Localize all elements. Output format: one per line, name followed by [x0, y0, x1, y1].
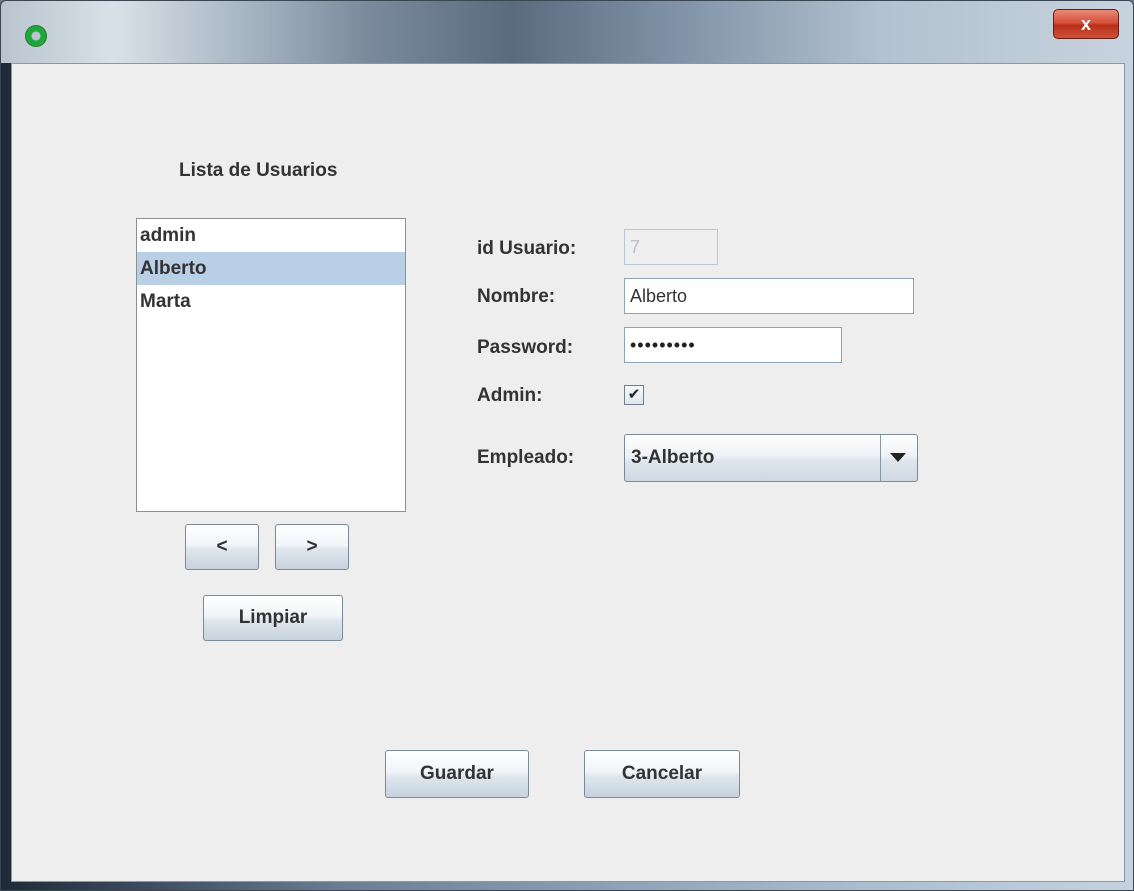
name-field[interactable] [624, 278, 914, 314]
employee-select-value: 3-Alberto [631, 447, 715, 468]
previous-button[interactable]: < [185, 524, 259, 570]
name-label: Nombre: [477, 286, 556, 307]
java-gear-icon [25, 25, 47, 47]
clear-button[interactable]: Limpiar [203, 595, 343, 641]
list-item[interactable]: Marta [137, 285, 405, 318]
title-bar[interactable]: x [1, 1, 1133, 63]
form-panel: Lista de Usuarios admin Alberto Marta < … [11, 63, 1125, 882]
chevron-down-icon [890, 453, 906, 462]
employee-select[interactable]: 3-Alberto [624, 434, 918, 482]
user-list[interactable]: admin Alberto Marta [136, 218, 406, 512]
app-window: x Lista de Usuarios admin Alberto Marta … [0, 0, 1134, 891]
employee-dropdown-button[interactable] [880, 435, 917, 481]
id-label: id Usuario: [477, 238, 577, 259]
id-field [624, 229, 718, 265]
employee-label: Empleado: [477, 447, 575, 468]
admin-label: Admin: [477, 385, 543, 406]
user-list-title: Lista de Usuarios [179, 160, 338, 181]
admin-checkbox[interactable]: ✔ [624, 385, 644, 405]
list-item-selected[interactable]: Alberto [137, 252, 405, 285]
close-icon[interactable]: x [1053, 9, 1119, 39]
password-field[interactable]: ••••••••• [624, 327, 842, 363]
next-button[interactable]: > [275, 524, 349, 570]
save-button[interactable]: Guardar [385, 750, 529, 798]
password-label: Password: [477, 337, 574, 358]
cancel-button[interactable]: Cancelar [584, 750, 740, 798]
list-item[interactable]: admin [137, 219, 405, 252]
